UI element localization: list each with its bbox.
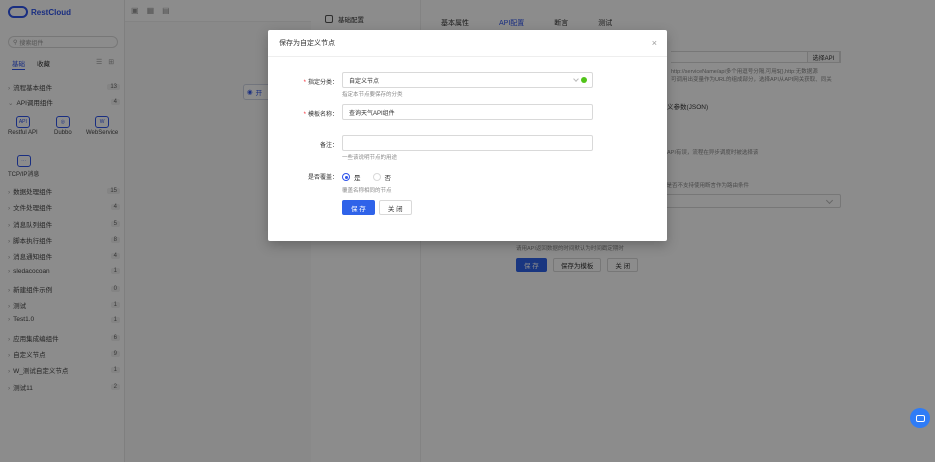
radio-no-label: 否 — [384, 175, 392, 182]
radio-yes[interactable]: 是 — [342, 172, 361, 182]
help-button[interactable] — [910, 408, 930, 428]
category-label-text: 指定分类 — [307, 80, 332, 86]
overwrite-radio-group: 是 否 — [342, 172, 391, 182]
radio-checked-icon — [342, 173, 350, 181]
label-colon: ： — [331, 175, 338, 181]
label-colon: ： — [331, 80, 338, 86]
save-button[interactable]: 保 存 — [342, 200, 375, 215]
remark-label: 备注： — [268, 140, 338, 149]
required-mark: * — [303, 112, 306, 118]
toolbox-icon — [915, 414, 925, 422]
label-colon: ： — [331, 112, 338, 118]
required-mark: * — [303, 80, 306, 86]
dialog-buttons: 保 存 关 闭 — [342, 200, 412, 215]
select-indicators — [573, 76, 587, 83]
close-button[interactable]: 关 闭 — [378, 200, 412, 215]
remark-help: 一些该说明节点的用途 — [342, 155, 398, 161]
template-name-label: * 模板名称： — [268, 109, 338, 118]
overwrite-label: 是否覆盖： — [268, 172, 338, 181]
dialog-title: 保存为自定义节点 — [279, 40, 335, 47]
app-root: RestCloud ⚲ 搜索组件 基础 收藏 ☰ ⊞ › 流程基本组件 13 ⌄ A… — [0, 0, 935, 462]
category-label: * 指定分类： — [268, 77, 338, 86]
remark-input[interactable] — [342, 135, 593, 151]
category-select[interactable]: 自定义节点 — [342, 72, 593, 88]
save-custom-node-dialog: 保存为自定义节点 × * 指定分类： 自定义节点 指定本节点要保存的分类 * 模板名… — [268, 30, 667, 241]
category-value: 自定义节点 — [349, 78, 380, 85]
radio-no[interactable]: 否 — [372, 172, 392, 182]
dialog-header: 保存为自定义节点 × — [268, 30, 667, 57]
template-name-value: 查询天气API组件 — [349, 110, 395, 117]
label-colon: ： — [331, 143, 338, 149]
remark-label-text: 备注 — [319, 143, 332, 149]
close-icon[interactable]: × — [652, 38, 657, 48]
success-check-icon — [581, 77, 587, 83]
overwrite-help: 覆盖名称相同的节点 — [342, 188, 392, 194]
radio-yes-label: 是 — [354, 175, 361, 182]
chevron-down-icon — [573, 76, 579, 82]
template-name-input[interactable]: 查询天气API组件 — [342, 104, 593, 120]
template-name-label-text: 模板名称 — [307, 112, 332, 118]
category-help: 指定本节点要保存的分类 — [342, 92, 403, 98]
radio-unchecked-icon — [372, 173, 381, 181]
overwrite-label-text: 是否覆盖 — [307, 175, 332, 181]
